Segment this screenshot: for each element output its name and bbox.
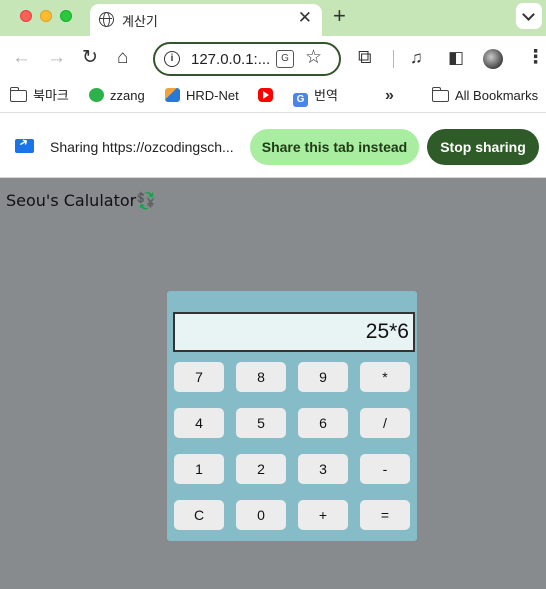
google-translate-icon: G	[293, 93, 308, 107]
key-plus[interactable]: +	[298, 500, 348, 530]
bookmark-hrd-net[interactable]: HRD-Net	[165, 87, 239, 105]
bookmark-label: 번역	[314, 88, 338, 103]
key-1[interactable]: 1	[174, 454, 224, 484]
translate-icon[interactable]: G	[276, 50, 294, 68]
bookmark-label: 북마크	[33, 88, 69, 103]
home-icon[interactable]: ⌂	[117, 46, 128, 70]
bookmark-label: zzang	[110, 88, 145, 103]
tab-search-chevron-icon[interactable]	[516, 3, 542, 29]
key-7[interactable]: 7	[174, 362, 224, 392]
bookmark-star-icon[interactable]: ☆	[305, 47, 322, 69]
tab-strip: 계산기 ✕ +	[0, 0, 546, 36]
bookmark-youtube[interactable]	[258, 87, 279, 105]
back-arrow-icon[interactable]: ←	[12, 46, 31, 70]
youtube-icon	[258, 88, 273, 102]
calculator: 25*6 7 8 9 * 4 5 6 / 1 2 3 - C 0 + =	[167, 291, 417, 541]
bookmarks-bar: 북마크 zzang HRD-Net G 번역 » All Bookmarks	[0, 82, 546, 112]
stop-sharing-button[interactable]: Stop sharing	[427, 129, 539, 165]
sharing-status-text: Sharing https://ozcodingsch...	[50, 139, 234, 155]
side-panel-icon[interactable]: ◧	[448, 46, 464, 70]
key-equals[interactable]: =	[360, 500, 410, 530]
browser-toolbar: ← → ↻ ⌂ i 127.0.0.1:... G ☆ ⧉ ♫ ◧ ⋮	[0, 36, 546, 82]
toolbar-divider	[393, 50, 394, 68]
new-tab-button[interactable]: +	[333, 4, 346, 28]
url-text[interactable]: 127.0.0.1:...	[191, 51, 270, 68]
more-menu-icon[interactable]: ⋮	[526, 46, 545, 70]
key-multiply[interactable]: *	[360, 362, 410, 392]
forward-arrow-icon[interactable]: →	[47, 46, 66, 70]
all-bookmarks-item[interactable]: All Bookmarks	[431, 87, 539, 105]
address-bar[interactable]: i 127.0.0.1:... G ☆	[153, 42, 341, 76]
bookmark-folder-item[interactable]: 북마크	[9, 87, 69, 105]
key-3[interactable]: 3	[298, 454, 348, 484]
close-window-button[interactable]	[20, 10, 32, 22]
maximize-window-button[interactable]	[60, 10, 72, 22]
active-tab[interactable]: 계산기 ✕	[90, 4, 322, 36]
close-tab-icon[interactable]: ✕	[298, 9, 312, 27]
zzang-icon	[89, 88, 104, 102]
folder-icon	[431, 87, 449, 102]
folder-icon	[9, 87, 27, 102]
key-minus[interactable]: -	[360, 454, 410, 484]
hrd-net-icon	[165, 88, 180, 102]
more-bookmarks-icon[interactable]: »	[385, 87, 394, 105]
key-divide[interactable]: /	[360, 408, 410, 438]
screen-share-icon	[15, 139, 34, 153]
tab-title: 계산기	[122, 14, 158, 29]
key-4[interactable]: 4	[174, 408, 224, 438]
extensions-icon[interactable]: ⧉	[358, 46, 372, 70]
globe-icon	[99, 12, 114, 27]
all-bookmarks-label: All Bookmarks	[455, 88, 539, 103]
profile-avatar[interactable]	[483, 49, 503, 69]
bookmark-translate[interactable]: G 번역	[293, 87, 338, 107]
reload-icon[interactable]: ↻	[82, 46, 98, 70]
key-clear[interactable]: C	[174, 500, 224, 530]
media-control-icon[interactable]: ♫	[410, 46, 423, 70]
key-2[interactable]: 2	[236, 454, 286, 484]
key-6[interactable]: 6	[298, 408, 348, 438]
share-this-tab-button[interactable]: Share this tab instead	[250, 129, 419, 165]
bookmark-label: HRD-Net	[186, 88, 239, 103]
sharing-infobar: Sharing https://ozcodingsch... Share thi…	[0, 112, 546, 178]
site-info-icon[interactable]: i	[164, 51, 180, 67]
minimize-window-button[interactable]	[40, 10, 52, 22]
key-8[interactable]: 8	[236, 362, 286, 392]
calculator-display[interactable]: 25*6	[173, 312, 415, 352]
key-9[interactable]: 9	[298, 362, 348, 392]
bookmark-zzang[interactable]: zzang	[89, 87, 145, 105]
key-0[interactable]: 0	[236, 500, 286, 530]
page-title: Seou's Calulator💱	[6, 191, 157, 210]
key-5[interactable]: 5	[236, 408, 286, 438]
